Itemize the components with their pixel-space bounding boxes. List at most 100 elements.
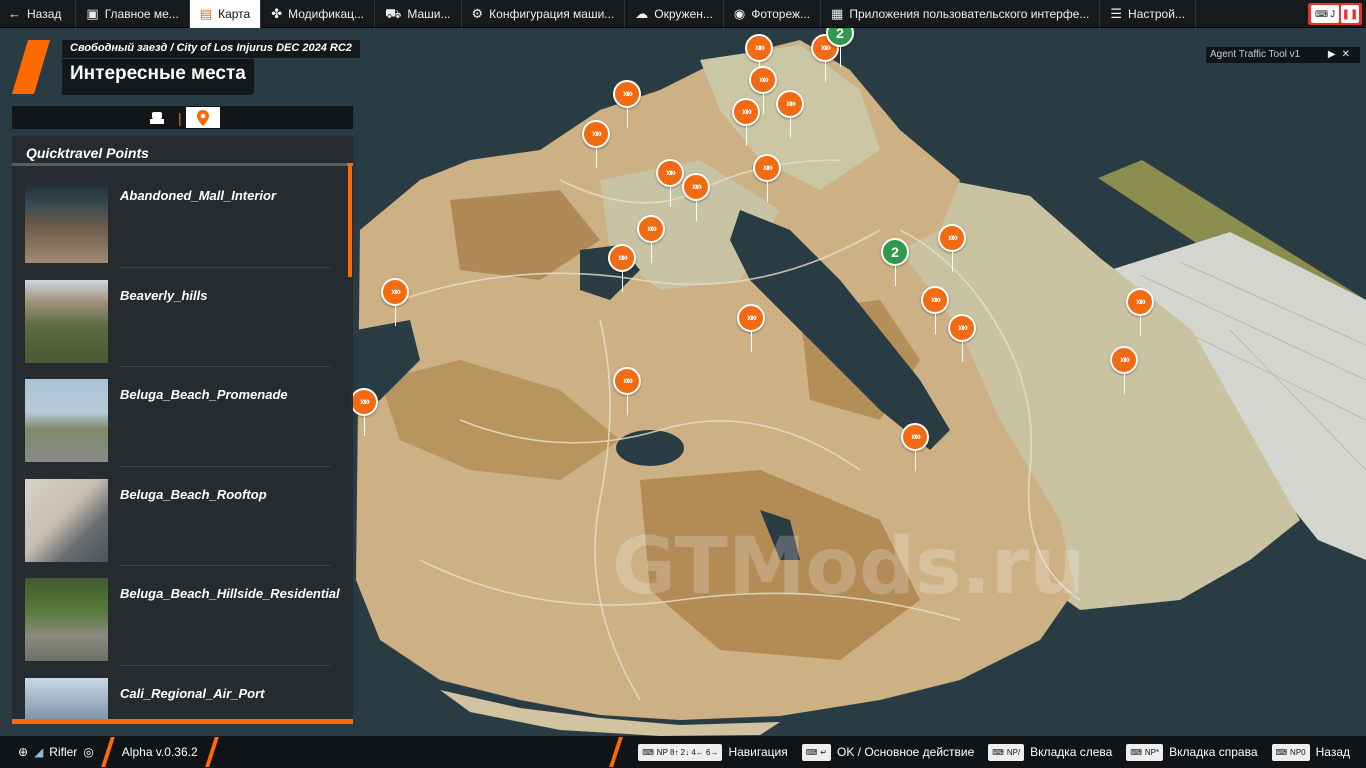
hint-ok: ⌨ ↵ OK / Основное действие	[801, 743, 974, 761]
list-item[interactable]: Abandoned_Mall_Interior	[12, 168, 353, 268]
fast-forward-icon: »»	[776, 90, 804, 118]
location-thumbnail	[25, 180, 108, 263]
quicktravel-marker[interactable]: »»	[637, 215, 665, 265]
top-menu-bar: ← Назад ▣ Главное ме... ▤ Карта ✤ Модификац…	[0, 0, 1366, 28]
vehicle-icon	[150, 111, 164, 124]
breadcrumb: Свободный заезд / City of Los Injurus DE…	[62, 40, 360, 58]
tab-points-of-interest[interactable]	[185, 107, 220, 128]
fast-forward-icon: »»	[682, 173, 710, 201]
quicktravel-marker[interactable]: »»	[613, 80, 641, 130]
keycap: ⌨ NP 8↑ 2↓ 4← 6→	[638, 743, 723, 761]
keyboard-icon: ⌨	[1275, 747, 1288, 757]
tab-main-menu[interactable]: ▣ Главное ме...	[76, 0, 190, 28]
tab-vehicle-spawns[interactable]	[140, 107, 174, 128]
environment-icon: ☁	[635, 6, 649, 21]
car-icon: ⛟	[385, 6, 402, 21]
fast-forward-icon: »»	[613, 367, 641, 395]
fast-forward-icon: »»	[732, 98, 760, 126]
fast-forward-icon: »»	[613, 80, 641, 108]
divider-slash	[609, 737, 624, 767]
divider-slash	[100, 737, 115, 767]
tab-settings[interactable]: ☰ Настрой...	[1100, 0, 1196, 28]
list-item[interactable]: Beaverly_hills	[12, 268, 353, 368]
version-label: Alpha v.0.36.2	[121, 745, 198, 759]
location-thumbnail	[25, 279, 108, 363]
list-item[interactable]: Beluga_Beach_Hillside_Residential	[12, 566, 353, 666]
pause-icon: ❚❚	[1341, 8, 1359, 20]
user-status-icon: ◎	[83, 745, 94, 759]
location-thumbnail	[25, 578, 108, 662]
username: Rifler	[49, 745, 78, 759]
quicktravel-marker[interactable]: »»	[901, 423, 929, 473]
back-button[interactable]: ← Назад	[0, 0, 77, 28]
fast-forward-icon: »»	[938, 224, 966, 252]
fast-forward-icon: »»	[753, 154, 781, 182]
car-config-icon: ⚙	[471, 6, 484, 21]
tab-mods[interactable]: ✤ Модификац...	[261, 0, 375, 28]
fast-forward-icon: »»	[381, 278, 409, 306]
keycap: ⌨ NP/	[988, 743, 1025, 761]
fast-forward-icon: »»	[749, 66, 777, 94]
tab-separator: |	[178, 109, 182, 126]
fast-forward-icon: »»	[921, 286, 949, 314]
bottom-status-bar: ⊕ ◢ Rifler ◎ Alpha v.0.36.2 ⌨ NP 8↑ 2↓ 4←…	[0, 736, 1366, 768]
mission-marker[interactable]: 2	[881, 238, 909, 288]
quicktravel-marker[interactable]: »»	[582, 120, 610, 170]
keycap: ⌨ NP0	[1271, 743, 1310, 761]
quicktravel-marker[interactable]: »»	[608, 244, 636, 294]
poi-filter-tabs: |	[12, 106, 353, 129]
camera-icon: ◉	[733, 6, 746, 21]
pause-button[interactable]: ❚❚	[1341, 5, 1359, 23]
quicktravel-marker[interactable]: »»	[656, 159, 684, 209]
quicktravel-marker[interactable]: »»	[613, 367, 641, 417]
puzzle-icon: ✤	[271, 6, 283, 21]
quicktravel-marker[interactable]: »»	[938, 224, 966, 274]
fast-forward-icon: »»	[737, 304, 765, 332]
quicktravel-marker[interactable]: »»	[1126, 288, 1154, 338]
quicktravel-marker[interactable]: »»	[921, 286, 949, 336]
settings-icon: ☰	[1110, 6, 1123, 21]
hint-back: ⌨ NP0 Назад	[1271, 743, 1350, 761]
tab-environment[interactable]: ☁ Окружен...	[625, 0, 724, 28]
keyboard-key-indicator: ⌨ J	[1311, 5, 1339, 23]
hint-tab-right: ⌨ NP* Вкладка справа	[1126, 743, 1258, 761]
hint-navigation: ⌨ NP 8↑ 2↓ 4← 6→ Навигация	[638, 743, 788, 761]
fast-forward-icon: »»	[948, 314, 976, 342]
quicktravel-marker[interactable]: »»	[737, 304, 765, 354]
divider-slash	[204, 737, 219, 767]
map-icon: ▤	[199, 6, 213, 21]
list-item[interactable]: Cali_Regional_Air_Port	[12, 666, 353, 719]
quicktravel-marker[interactable]: »»	[948, 314, 976, 364]
tab-photo-mode[interactable]: ◉ Фотореж...	[724, 0, 822, 28]
quicktravel-marker[interactable]: »»	[1110, 346, 1138, 396]
quicktravel-marker[interactable]: »»	[350, 388, 378, 438]
tab-ui-apps[interactable]: ▦ Приложения пользовательского интерфе...	[821, 0, 1101, 28]
fast-forward-icon: »»	[637, 215, 665, 243]
page-title: Интересные места	[62, 59, 254, 95]
tab-vehicles[interactable]: ⛟ Маши...	[375, 0, 462, 28]
agent-tool-title: Agent Traffic Tool v1	[1210, 49, 1301, 60]
keyboard-icon: ⌨	[642, 747, 654, 757]
quicktravel-marker[interactable]: »»	[381, 278, 409, 328]
keycap: ⌨ NP*	[1126, 743, 1164, 761]
location-thumbnail	[25, 677, 108, 719]
keycap: ⌨ ↵	[801, 743, 831, 761]
user-icon: ◢	[34, 745, 44, 759]
close-icon[interactable]: ✕	[1342, 49, 1356, 60]
fast-forward-icon: »»	[1126, 288, 1154, 316]
list-item[interactable]: Beluga_Beach_Promenade	[12, 367, 353, 467]
panel-title: Quicktravel Points	[12, 136, 353, 166]
quicktravel-marker[interactable]: »»	[753, 154, 781, 204]
quicktravel-marker[interactable]: »»	[776, 90, 804, 140]
quicktravel-marker[interactable]: »»	[732, 98, 760, 148]
play-icon[interactable]: ▶	[1328, 49, 1342, 60]
control-hints: ⌨ NP 8↑ 2↓ 4← 6→ Навигация ⌨ ↵ OK / Основн…	[608, 736, 1350, 768]
location-pin-icon	[196, 109, 209, 126]
location-thumbnail	[25, 379, 108, 463]
list-item[interactable]: Beluga_Beach_Rooftop	[12, 467, 353, 567]
tab-map[interactable]: ▤ Карта	[189, 0, 262, 28]
quicktravel-marker[interactable]: »»	[682, 173, 710, 223]
agent-traffic-tool-window[interactable]: Agent Traffic Tool v1 ▶✕	[1206, 47, 1360, 63]
hint-tab-left: ⌨ NP/ Вкладка слева	[988, 743, 1112, 761]
tab-vehicle-config[interactable]: ⚙ Конфигурация маши...	[462, 0, 626, 28]
